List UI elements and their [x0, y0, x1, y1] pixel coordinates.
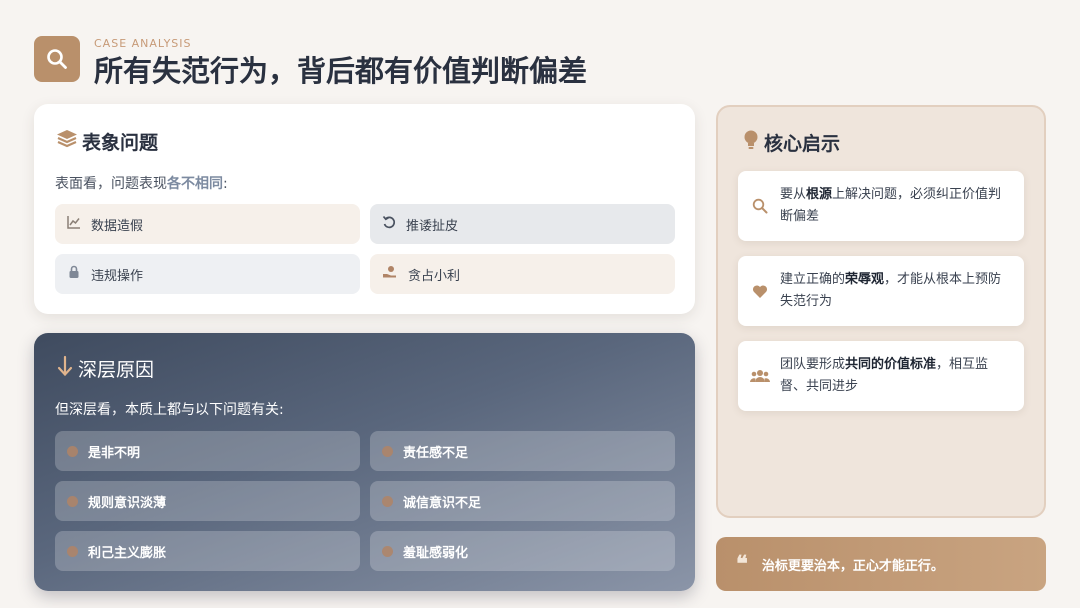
core-insight-card: 核心启示 要从根源上解决问题，必须纠正价值判断偏差 建立正确的荣辱观，才能从根本… [716, 105, 1046, 518]
bullet-dot-icon [67, 545, 78, 557]
problem-tile-buck-passing: 推诿扯皮 [370, 204, 675, 244]
deep-causes-card: 深层原因 但深层看，本质上都与以下问题有关: 是非不明 责任感不足 规则意识淡薄… [34, 333, 695, 591]
bullet-dot-icon [382, 445, 393, 457]
insight-card-shared-standards: 团队要形成共同的价值标准，相互监督、共同进步 [738, 341, 1024, 411]
bullet-dot-icon [67, 495, 78, 507]
problem-tile-petty-greed: 贪占小利 [370, 254, 675, 294]
surface-section-title: 表象问题 [56, 128, 158, 155]
search-icon [34, 36, 80, 82]
users-icon [750, 369, 770, 383]
quote-text: 治标更要治本，正心才能正行。 [761, 558, 944, 574]
cause-tile: 诚信意识不足 [370, 481, 675, 521]
heart-icon [750, 284, 770, 299]
page-header: CASE ANALYSIS 所有失范行为，背后都有价值判断偏差 [34, 34, 734, 88]
cause-tile: 羞耻感弱化 [370, 531, 675, 571]
rotate-icon [382, 215, 396, 233]
cause-tile: 是非不明 [55, 431, 360, 471]
cause-tile: 规则意识淡薄 [55, 481, 360, 521]
layers-icon [56, 129, 78, 154]
surface-problems-card: 表象问题 表面看，问题表现各不相同: 数据造假 推诿扯皮 违规操作 贪占小利 [34, 104, 695, 314]
bullet-dot-icon [382, 545, 393, 557]
surface-lead: 表面看，问题表现各不相同: [55, 176, 228, 192]
quote-icon: ❝ [736, 551, 748, 577]
cause-tile: 利己主义膨胀 [55, 531, 360, 571]
insight-card-root-cause: 要从根源上解决问题，必须纠正价值判断偏差 [738, 171, 1024, 241]
chart-line-icon [67, 215, 81, 233]
deep-section-title: 深层原因 [56, 355, 154, 382]
insight-card-honor-view: 建立正确的荣辱观，才能从根本上预防失范行为 [738, 256, 1024, 326]
hand-coin-icon [382, 265, 398, 283]
quote-banner: ❝ 治标更要治本，正心才能正行。 [716, 537, 1046, 591]
bullet-dot-icon [67, 445, 78, 457]
arrow-down-icon [56, 355, 74, 382]
problem-tile-violation: 违规操作 [55, 254, 360, 294]
cause-tile: 责任感不足 [370, 431, 675, 471]
page-title: 所有失范行为，背后都有价值判断偏差 [94, 54, 588, 88]
lock-icon [67, 265, 81, 283]
search-icon [750, 198, 770, 214]
insight-section-title: 核心启示 [742, 129, 840, 156]
deep-lead: 但深层看，本质上都与以下问题有关: [55, 402, 284, 418]
lightbulb-icon [742, 129, 760, 156]
problem-tile-data-fraud: 数据造假 [55, 204, 360, 244]
bullet-dot-icon [382, 495, 393, 507]
